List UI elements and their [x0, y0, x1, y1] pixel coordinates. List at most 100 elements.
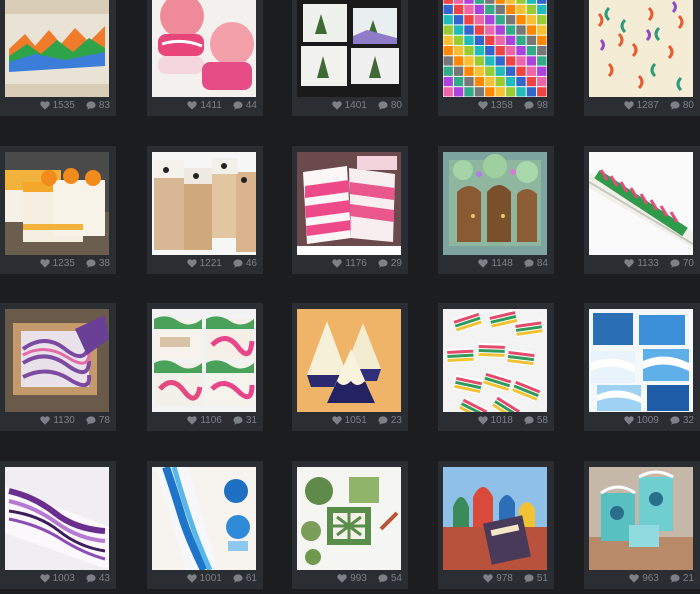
like-count: 1051 — [344, 414, 367, 426]
like-count: 1133 — [637, 257, 659, 269]
comment-count: 38 — [98, 257, 110, 269]
comment-bubble-icon[interactable] — [670, 415, 680, 425]
gallery-card[interactable]: 1235 38 — [0, 146, 116, 274]
gallery-card[interactable]: 1018 58 — [438, 303, 554, 431]
soap-thumbnail-face-bars[interactable] — [152, 152, 256, 255]
gallery-card[interactable]: 1051 23 — [292, 303, 408, 431]
heart-icon[interactable] — [331, 415, 342, 425]
gallery-card[interactable]: 1535 83 — [0, 0, 116, 116]
comment-count: 21 — [682, 572, 694, 584]
heart-icon[interactable] — [40, 415, 51, 425]
soap-thumbnail-pink-stripes[interactable] — [297, 152, 401, 255]
comment-bubble-icon[interactable] — [86, 100, 96, 110]
gallery-card[interactable]: 1287 80 — [584, 0, 700, 116]
soap-thumbnail-cathedral-book[interactable] — [443, 467, 547, 570]
comment-bubble-icon[interactable] — [86, 573, 96, 583]
card-stats: 1051 23 — [331, 413, 402, 427]
gallery-card[interactable]: 1133 70 — [584, 146, 700, 274]
soap-thumbnail-fairy-door[interactable] — [443, 152, 547, 255]
soap-thumbnail-purple-marble[interactable] — [5, 467, 109, 570]
comment-bubble-icon[interactable] — [378, 415, 388, 425]
soap-thumbnail-blue-waves[interactable] — [589, 309, 693, 412]
heart-icon[interactable] — [331, 100, 342, 110]
like-count: 1235 — [52, 257, 75, 269]
comment-bubble-icon[interactable] — [378, 258, 388, 268]
soap-thumbnail-feather-loaf[interactable] — [589, 152, 693, 255]
heart-icon[interactable] — [478, 258, 489, 268]
comment-bubble-icon[interactable] — [233, 100, 243, 110]
heart-icon[interactable] — [39, 258, 50, 268]
heart-icon[interactable] — [186, 573, 197, 583]
like-count: 1221 — [199, 257, 222, 269]
card-stats: 1235 38 — [39, 256, 110, 270]
soap-gallery-grid: 1535 83 1411 44 1401 80 1358 98 1287 80 … — [0, 0, 700, 594]
card-stats: 1358 98 — [477, 98, 548, 112]
comment-bubble-icon[interactable] — [670, 100, 680, 110]
soap-thumbnail-labeled-bars[interactable] — [152, 309, 256, 412]
gallery-card[interactable]: 1176 29 — [292, 146, 408, 274]
card-stats: 1401 80 — [331, 98, 402, 112]
soap-thumbnail-tree-bars[interactable] — [297, 0, 401, 97]
comment-bubble-icon[interactable] — [670, 258, 680, 268]
gallery-card[interactable]: 1009 32 — [584, 303, 700, 431]
gallery-card[interactable]: 1221 46 — [147, 146, 263, 274]
soap-thumbnail-sample-grid[interactable] — [443, 0, 547, 97]
comment-bubble-icon[interactable] — [524, 258, 534, 268]
soap-thumbnail-stripe-slices[interactable] — [443, 309, 547, 412]
gallery-card[interactable]: 993 54 — [292, 461, 408, 589]
heart-icon[interactable] — [483, 573, 493, 583]
comment-bubble-icon[interactable] — [233, 573, 243, 583]
heart-icon[interactable] — [629, 573, 639, 583]
gallery-card[interactable]: 1001 61 — [147, 461, 263, 589]
soap-thumbnail-mountain-pyramids[interactable] — [297, 309, 401, 412]
comment-bubble-icon[interactable] — [233, 258, 243, 268]
gallery-card[interactable]: 1401 80 — [292, 0, 408, 116]
gallery-card[interactable]: 963 21 — [584, 461, 700, 589]
heart-icon[interactable] — [477, 415, 488, 425]
like-count: 963 — [642, 572, 659, 584]
soap-thumbnail-confetti-loaf[interactable] — [589, 0, 693, 97]
comment-bubble-icon[interactable] — [524, 415, 534, 425]
soap-thumbnail-mold-swirl[interactable] — [5, 309, 109, 412]
comment-bubble-icon[interactable] — [86, 415, 96, 425]
comment-count: 29 — [390, 257, 402, 269]
soap-thumbnail-pink-rounds[interactable] — [152, 0, 256, 97]
soap-thumbnail-teal-houses[interactable] — [589, 467, 693, 570]
heart-icon[interactable] — [187, 100, 198, 110]
heart-icon[interactable] — [623, 100, 634, 110]
heart-icon[interactable] — [39, 573, 50, 583]
comment-bubble-icon[interactable] — [86, 258, 96, 268]
heart-icon[interactable] — [477, 100, 488, 110]
like-count: 1358 — [490, 99, 513, 111]
gallery-card[interactable]: 978 51 — [438, 461, 554, 589]
comment-bubble-icon[interactable] — [233, 415, 243, 425]
comment-bubble-icon[interactable] — [670, 573, 680, 583]
gallery-card[interactable]: 1106 31 — [147, 303, 263, 431]
comment-count: 44 — [245, 99, 257, 111]
comment-bubble-icon[interactable] — [378, 100, 388, 110]
card-stats: 963 21 — [629, 571, 694, 585]
heart-icon[interactable] — [623, 415, 634, 425]
heart-icon[interactable] — [624, 258, 635, 268]
comment-bubble-icon[interactable] — [524, 100, 534, 110]
comment-bubble-icon[interactable] — [524, 573, 534, 583]
soap-thumbnail-swirl-loaf[interactable] — [5, 0, 109, 97]
heart-icon[interactable] — [337, 573, 347, 583]
gallery-card[interactable]: 1130 78 — [0, 303, 116, 431]
gallery-card[interactable]: 1003 43 — [0, 461, 116, 589]
like-count: 1130 — [53, 414, 75, 426]
gallery-card[interactable]: 1411 44 — [147, 0, 263, 116]
heart-icon[interactable] — [332, 258, 343, 268]
gallery-card[interactable]: 1148 84 — [438, 146, 554, 274]
comment-bubble-icon[interactable] — [378, 573, 388, 583]
comment-count: 83 — [98, 99, 110, 111]
heart-icon[interactable] — [186, 258, 197, 268]
like-count: 1401 — [344, 99, 367, 111]
heart-icon[interactable] — [187, 415, 198, 425]
card-stats: 1535 83 — [39, 98, 110, 112]
soap-thumbnail-blue-loaf[interactable] — [152, 467, 256, 570]
gallery-card[interactable]: 1358 98 — [438, 0, 554, 116]
soap-thumbnail-celtic-stamps[interactable] — [297, 467, 401, 570]
soap-thumbnail-citrus-stack[interactable] — [5, 152, 109, 255]
heart-icon[interactable] — [39, 100, 50, 110]
